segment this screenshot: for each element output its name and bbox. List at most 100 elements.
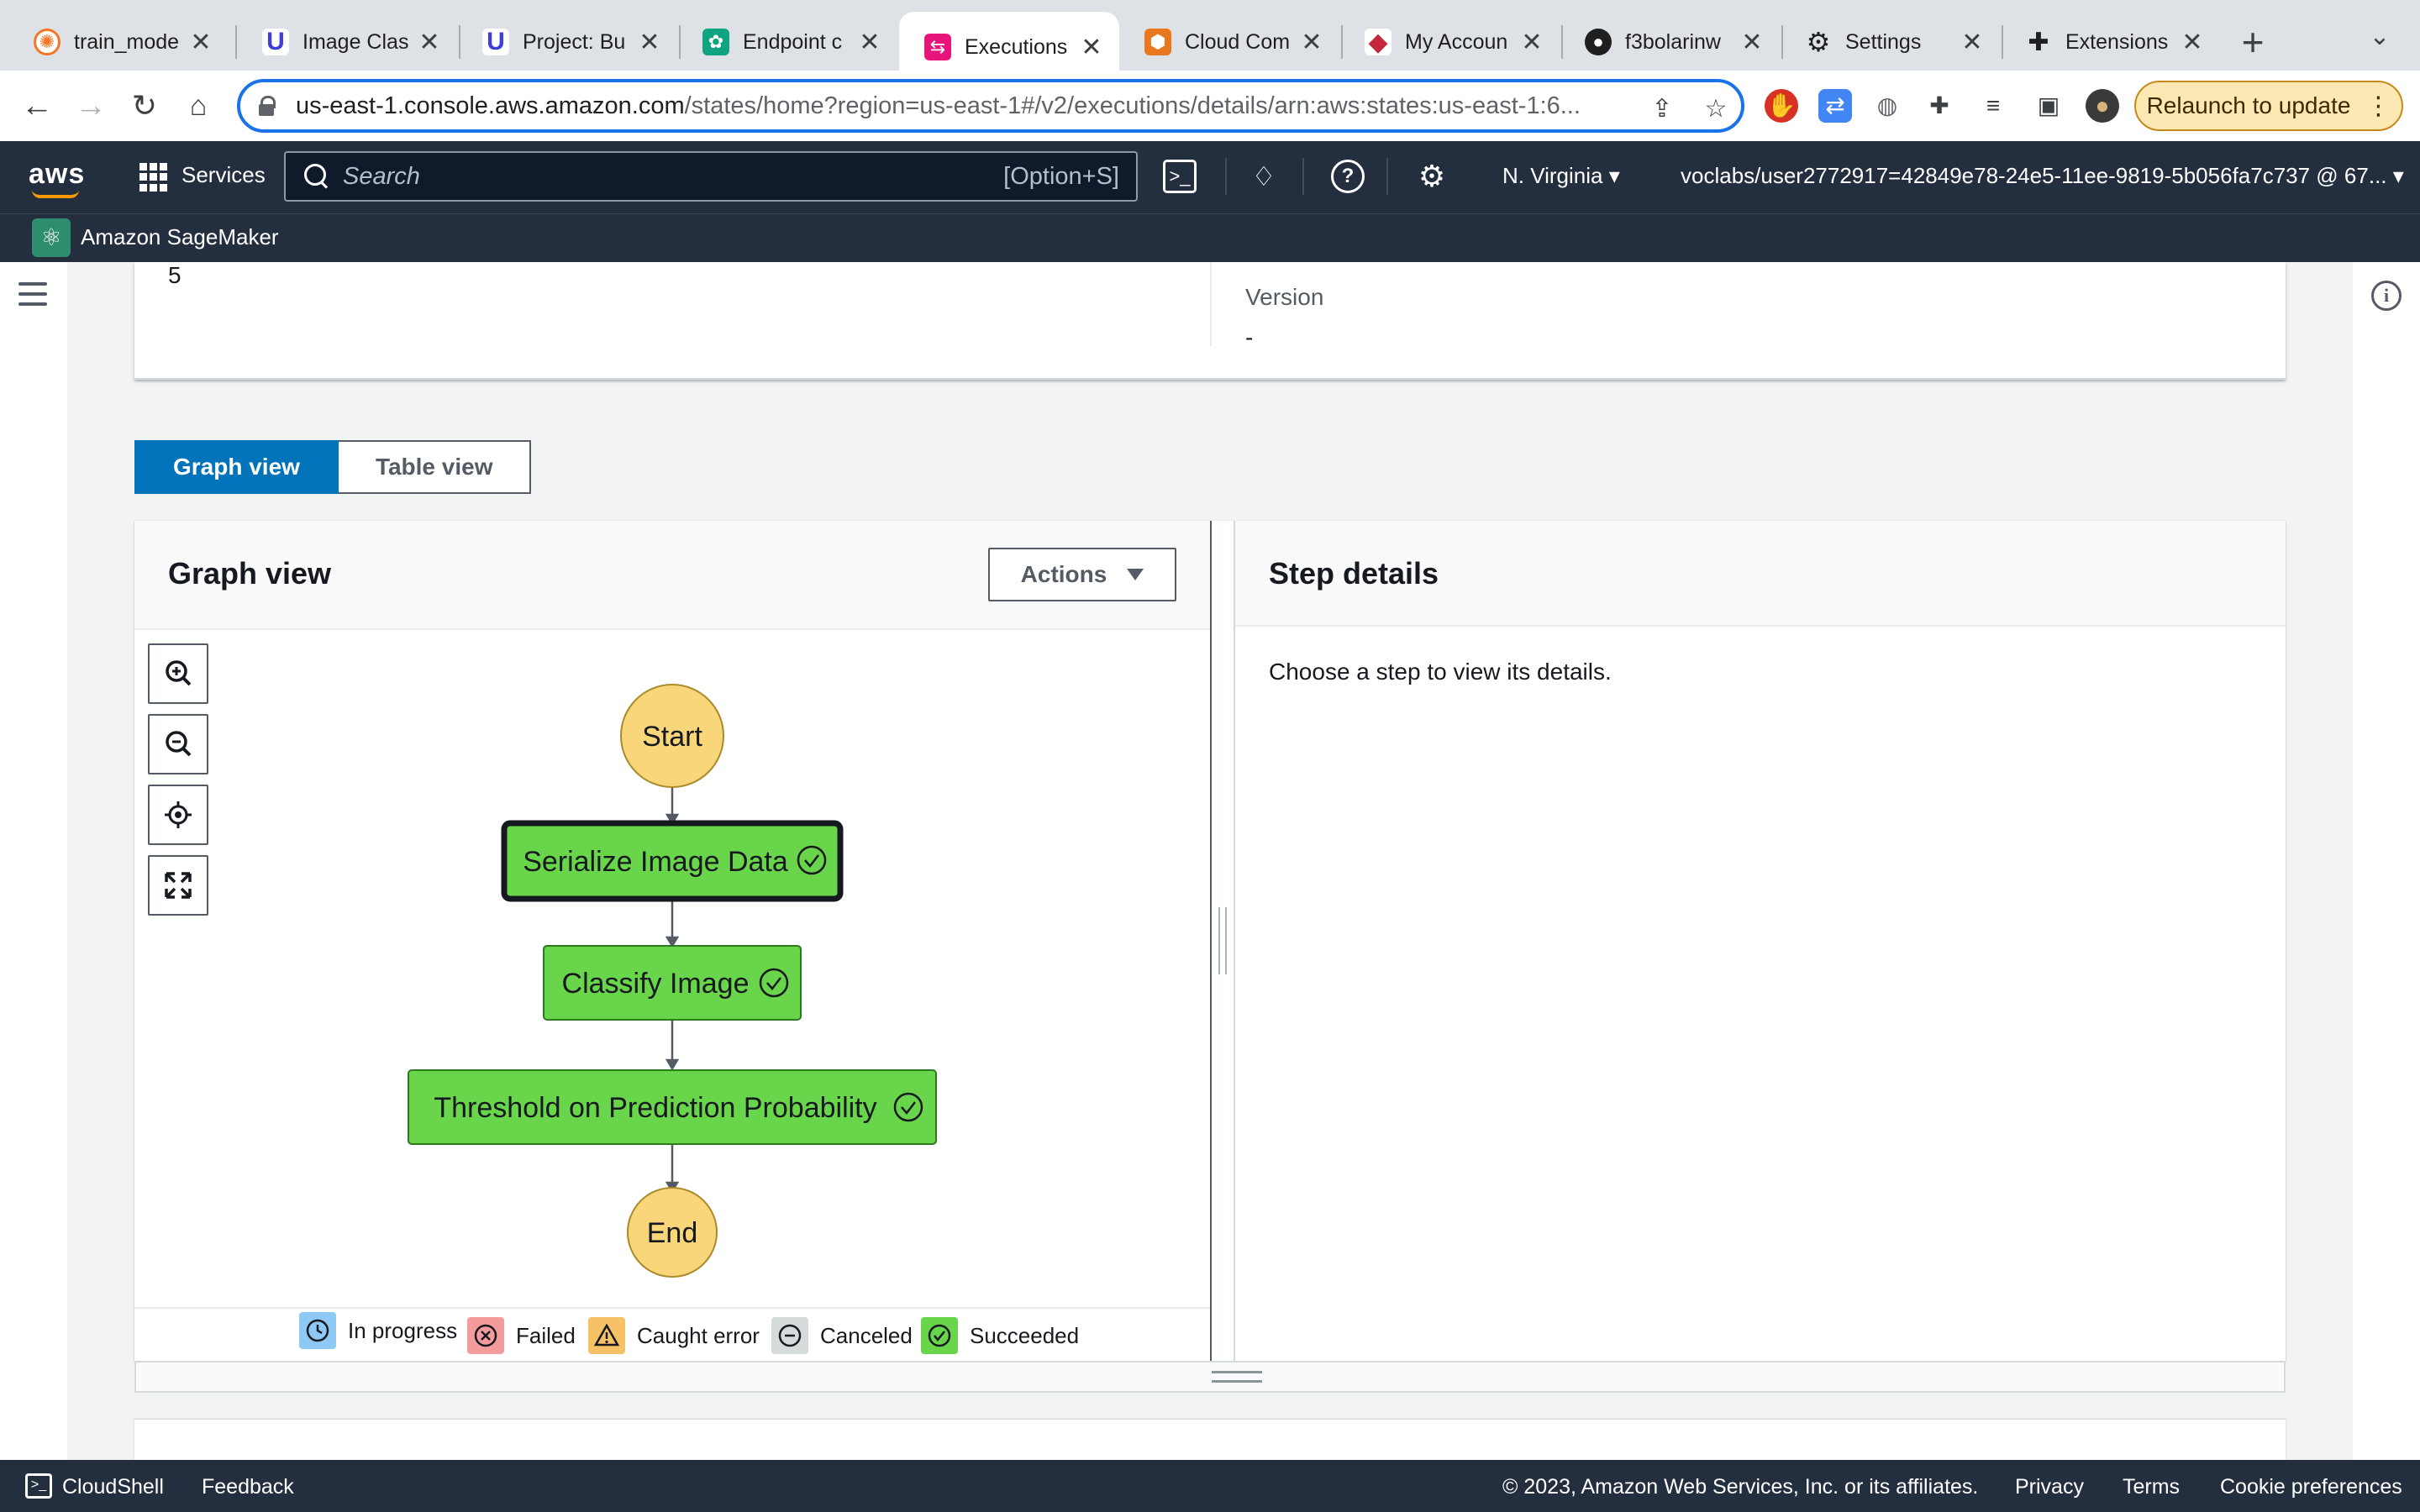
end-node[interactable]: End — [627, 1187, 718, 1278]
close-icon[interactable]: ✕ — [1960, 28, 1985, 57]
caret-down-icon: ▾ — [1608, 163, 1620, 188]
browser-tab-settings[interactable]: ⚙ Settings ✕ — [1780, 12, 2000, 72]
search-input[interactable] — [343, 162, 1004, 191]
browser-tab-image-clas[interactable]: U Image Clas ✕ — [237, 12, 457, 72]
nav-separator — [1386, 158, 1388, 195]
home-icon[interactable]: ⌂ — [180, 87, 217, 124]
menu-hamburger-icon[interactable] — [18, 282, 47, 306]
close-icon[interactable]: ✕ — [1299, 28, 1324, 57]
puzzle-extensions-icon[interactable]: ✚ — [1923, 89, 1956, 123]
puzzle-icon: ✚ — [2028, 28, 2049, 56]
nav-separator — [1225, 158, 1227, 195]
succeeded-check-icon — [921, 1317, 958, 1354]
search-shortcut: [Option+S] — [1003, 162, 1119, 190]
relaunch-to-update-button[interactable]: Relaunch to update ⋮ — [2134, 81, 2403, 131]
browser-tab-my-account[interactable]: ◆ My Accoun ✕ — [1339, 12, 1560, 72]
terms-link[interactable]: Terms — [2123, 1475, 2180, 1499]
zoom-out-icon — [166, 731, 192, 757]
region-selector[interactable]: N. Virginia ▾ — [1502, 163, 1620, 189]
column-divider — [1210, 262, 1212, 346]
start-node-label: Start — [642, 721, 702, 753]
table-view-toggle[interactable]: Table view — [338, 440, 532, 494]
close-icon[interactable]: ✕ — [188, 28, 213, 57]
failed-x-icon — [467, 1317, 504, 1354]
tab-search-chevron-icon[interactable]: ⌄ — [2363, 22, 2396, 62]
reload-icon[interactable]: ↻ — [126, 87, 163, 124]
legend-canceled: Canceled — [771, 1317, 913, 1354]
browser-tab-train-model[interactable]: ✺ train_mode ✕ — [8, 12, 229, 72]
cloudshell-link[interactable]: CloudShell — [62, 1475, 164, 1499]
help-icon[interactable]: ? — [1331, 160, 1365, 193]
close-icon[interactable]: ✕ — [2180, 28, 2205, 57]
close-icon[interactable]: ✕ — [1739, 28, 1765, 57]
forward-arrow-icon[interactable]: → — [72, 87, 109, 124]
close-icon[interactable]: ✕ — [637, 28, 662, 57]
legend-in-progress: In progress — [299, 1312, 457, 1349]
state-machine-graph: Start Serialize Image Data Classify Imag… — [408, 684, 937, 1278]
drag-handle-icon[interactable] — [1218, 907, 1227, 974]
share-icon[interactable]: ⇪ — [1647, 94, 1677, 124]
browser-tab-project[interactable]: U Project: Bu ✕ — [457, 12, 677, 72]
graph-view-title: Graph view — [168, 556, 332, 591]
translate-extension-icon[interactable]: ⇄ — [1818, 89, 1852, 123]
classify-image-node[interactable]: Classify Image — [543, 945, 802, 1021]
lock-icon — [259, 96, 276, 116]
close-icon[interactable]: ✕ — [1519, 28, 1544, 57]
aws-search-box[interactable]: [Option+S] — [284, 151, 1138, 202]
details-value: 5 — [168, 262, 182, 288]
close-icon[interactable]: ✕ — [417, 28, 442, 57]
url-text[interactable]: us-east-1.console.aws.amazon.com/states/… — [296, 92, 1607, 120]
cookie-preferences-link[interactable]: Cookie preferences — [2220, 1475, 2402, 1499]
privacy-link[interactable]: Privacy — [2015, 1475, 2084, 1499]
cloudshell-icon[interactable]: >_ — [1163, 160, 1197, 193]
reading-list-icon[interactable]: ≡ — [1976, 89, 2010, 123]
extension-icon[interactable]: ◍ — [1870, 89, 1904, 123]
actions-dropdown-button[interactable]: Actions — [988, 548, 1176, 601]
close-icon[interactable]: ✕ — [857, 28, 882, 57]
browser-tab-cloud-com[interactable]: ⬢ Cloud Com ✕ — [1119, 12, 1339, 72]
warning-icon — [588, 1317, 625, 1354]
zoom-in-button[interactable] — [148, 643, 208, 704]
resize-handle-icon[interactable] — [1212, 1371, 1262, 1383]
close-icon[interactable]: ✕ — [1079, 33, 1104, 62]
new-tab-button[interactable]: + — [2232, 18, 2274, 66]
graph-view-toggle[interactable]: Graph view — [134, 440, 339, 494]
browser-tab-endpoint[interactable]: ✿ Endpoint c ✕ — [677, 12, 897, 72]
panel-splitter[interactable] — [1210, 521, 1235, 1361]
sagemaker-shortcut[interactable]: Amazon SageMaker — [81, 224, 279, 250]
version-value: - — [1245, 324, 1254, 350]
legend-caught-error: Caught error — [588, 1317, 760, 1354]
fit-to-screen-button[interactable] — [148, 855, 208, 916]
browser-tab-github[interactable]: ● f3bolarinw ✕ — [1560, 12, 1780, 72]
stop-hand-extension-icon[interactable]: ✋ — [1765, 89, 1798, 123]
threshold-node[interactable]: Threshold on Prediction Probability — [408, 1069, 937, 1145]
canceled-minus-icon — [771, 1317, 808, 1354]
openai-icon: ✿ — [702, 29, 729, 55]
avatar[interactable]: ● — [2086, 89, 2119, 123]
account-menu[interactable]: voclabs/user2772917=42849e78-24e5-11ee-9… — [1681, 163, 2404, 189]
settings-gear-icon[interactable]: ⚙ — [1415, 160, 1449, 193]
services-menu[interactable]: Services — [182, 162, 266, 188]
step-details-title: Step details — [1269, 556, 1439, 591]
feedback-link[interactable]: Feedback — [202, 1475, 294, 1499]
back-arrow-icon[interactable]: ← — [18, 87, 55, 124]
zoom-out-button[interactable] — [148, 714, 208, 774]
star-icon[interactable]: ☆ — [1701, 94, 1731, 124]
panel-resize-bar[interactable] — [134, 1361, 2286, 1393]
box-icon: ⬢ — [1144, 29, 1171, 55]
threshold-node-label: Threshold on Prediction Probability — [434, 1092, 876, 1124]
browser-tab-extensions[interactable]: ✚ Extensions ✕ — [2000, 12, 2220, 72]
center-graph-button[interactable] — [148, 785, 208, 845]
cloudshell-icon[interactable]: >_ — [25, 1473, 52, 1499]
search-icon — [302, 162, 331, 191]
serialize-image-data-node[interactable]: Serialize Image Data — [501, 820, 844, 902]
sagemaker-icon[interactable]: ⚛ — [32, 218, 71, 257]
info-icon[interactable]: i — [2371, 281, 2402, 311]
left-navigation-rail — [0, 262, 67, 1460]
side-panel-icon[interactable]: ▣ — [2032, 89, 2065, 123]
bell-icon[interactable]: ♢ — [1247, 160, 1281, 193]
start-node[interactable]: Start — [620, 684, 724, 788]
services-grid-icon[interactable] — [139, 163, 168, 192]
address-bar[interactable]: us-east-1.console.aws.amazon.com/states/… — [237, 79, 1744, 133]
aws-logo[interactable]: aws — [29, 158, 84, 198]
